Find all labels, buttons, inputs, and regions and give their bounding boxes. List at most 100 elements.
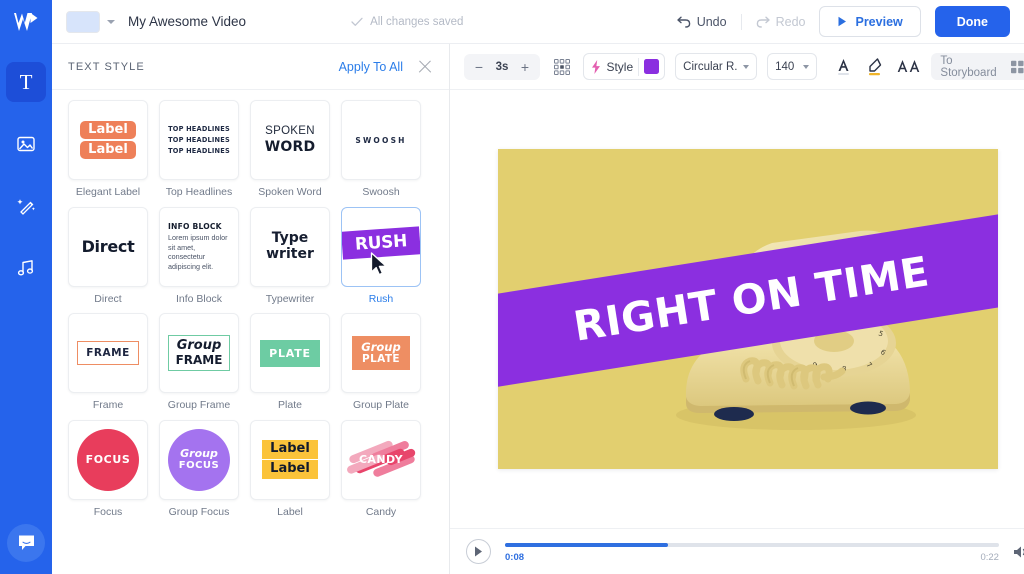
project-title[interactable]: My Awesome Video bbox=[128, 14, 246, 29]
volume-button[interactable] bbox=[1013, 543, 1024, 561]
style-card-swoosh[interactable]: SWOOSH Swoosh bbox=[341, 100, 421, 199]
project-thumbnail[interactable] bbox=[66, 10, 100, 33]
help-chat-button[interactable] bbox=[7, 524, 45, 562]
style-card-plate[interactable]: PLATE Plate bbox=[250, 313, 330, 412]
style-thumb[interactable]: CANDY bbox=[341, 419, 421, 500]
timeline[interactable]: 0:08 0:22 bbox=[505, 541, 999, 563]
redo-button[interactable]: Redo bbox=[756, 15, 805, 29]
position-grid-button[interactable] bbox=[550, 54, 573, 80]
style-card-elegant-label[interactable]: Label Label Elegant Label bbox=[68, 100, 148, 199]
style-card-label: Typewriter bbox=[265, 292, 315, 305]
style-card-group-frame[interactable]: Group FRAME Group Frame bbox=[159, 313, 239, 412]
apply-to-all-button[interactable]: Apply To All bbox=[339, 60, 403, 74]
duration-stepper[interactable]: − 3s + bbox=[464, 53, 540, 80]
chat-bubble-icon bbox=[18, 535, 34, 550]
style-grid-scroll[interactable]: Label Label Elegant Label TOP HEADLINES … bbox=[52, 90, 449, 574]
style-thumb[interactable]: SWOOSH bbox=[341, 100, 421, 180]
style-card-typewriter[interactable]: Type writer Typewriter bbox=[250, 206, 330, 306]
art-text: Label bbox=[262, 440, 318, 461]
style-card-label: Elegant Label bbox=[75, 186, 141, 198]
style-card-label: Plate bbox=[278, 399, 302, 412]
style-button[interactable]: Style bbox=[583, 53, 666, 80]
style-thumb[interactable]: Label Label bbox=[250, 419, 330, 500]
candy-art: CANDY bbox=[345, 438, 417, 482]
top-headlines-art: TOP HEADLINES TOP HEADLINES TOP HEADLINE… bbox=[168, 125, 230, 155]
font-size-select[interactable]: 140 bbox=[767, 53, 818, 80]
playback-bar: 0:08 0:22 bbox=[450, 528, 1024, 574]
mouse-cursor-icon bbox=[370, 251, 387, 275]
undo-button[interactable]: Undo bbox=[677, 15, 727, 29]
style-thumb[interactable]: FOCUS bbox=[68, 419, 148, 500]
panel-header-actions: Apply To All bbox=[339, 59, 433, 75]
play-button[interactable] bbox=[466, 539, 491, 564]
style-thumb[interactable]: FRAME bbox=[68, 313, 148, 394]
group-plate-art: Group PLATE bbox=[352, 335, 410, 371]
duration-value: 3s bbox=[495, 60, 509, 73]
app-root: T TEXT STYLE Apply To All Label Label El… bbox=[0, 0, 1024, 574]
style-card-label-style[interactable]: Label Label Label bbox=[250, 419, 330, 519]
top-bar: My Awesome Video All changes saved Undo bbox=[52, 0, 1024, 44]
sidebar-item-media[interactable] bbox=[6, 124, 46, 164]
style-thumb[interactable]: INFO BLOCK Lorem ipsum dolor sit amet, c… bbox=[159, 206, 239, 287]
redo-icon bbox=[756, 16, 770, 28]
style-card-label: Info Block bbox=[175, 292, 223, 305]
close-icon[interactable] bbox=[417, 59, 433, 75]
to-storyboard-button[interactable]: To Storyboard bbox=[931, 53, 1024, 80]
style-card-top-headlines[interactable]: TOP HEADLINES TOP HEADLINES TOP HEADLINE… bbox=[159, 100, 239, 199]
style-card-frame[interactable]: FRAME Frame bbox=[68, 313, 148, 412]
style-thumb[interactable]: Group FOCUS bbox=[159, 419, 239, 500]
direct-art: Direct bbox=[81, 237, 135, 257]
lightning-icon bbox=[592, 59, 601, 74]
sidebar-item-effects[interactable] bbox=[6, 186, 46, 226]
style-thumb[interactable]: Type writer bbox=[250, 206, 330, 287]
art-text: TOP HEADLINES bbox=[168, 136, 230, 144]
style-card-info-block[interactable]: INFO BLOCK Lorem ipsum dolor sit amet, c… bbox=[159, 206, 239, 306]
preview-button[interactable]: Preview bbox=[819, 6, 921, 37]
duration-increase-button[interactable]: + bbox=[514, 56, 536, 78]
play-triangle-icon bbox=[838, 16, 847, 27]
sidebar-item-text[interactable]: T bbox=[6, 62, 46, 102]
style-thumb[interactable]: TOP HEADLINES TOP HEADLINES TOP HEADLINE… bbox=[159, 100, 239, 180]
image-icon bbox=[17, 136, 35, 152]
style-thumb[interactable]: PLATE bbox=[250, 313, 330, 394]
highlight-color-button[interactable] bbox=[866, 57, 883, 76]
frame-art: FRAME bbox=[77, 341, 139, 366]
music-note-icon bbox=[17, 260, 34, 276]
save-status: All changes saved bbox=[351, 16, 463, 28]
style-card-label: Group Plate bbox=[352, 399, 410, 412]
style-thumb[interactable]: Direct bbox=[68, 206, 148, 287]
video-preview[interactable]: 1 2 3 4 5 6 7 8 9 bbox=[498, 149, 999, 469]
style-card-direct[interactable]: Direct Direct bbox=[68, 206, 148, 306]
style-thumb[interactable]: Group FRAME bbox=[159, 313, 239, 394]
undo-label: Undo bbox=[696, 14, 727, 29]
style-thumb[interactable]: Group PLATE bbox=[341, 313, 421, 394]
spoken-word-art: SPOKEN WORD bbox=[265, 125, 316, 154]
rail-items: T bbox=[6, 62, 46, 288]
duration-decrease-button[interactable]: − bbox=[468, 56, 490, 78]
style-card-spoken-word[interactable]: SPOKEN WORD Spoken Word bbox=[250, 100, 330, 199]
art-text: Label bbox=[80, 141, 136, 160]
chevron-down-icon[interactable] bbox=[107, 19, 115, 24]
style-card-group-plate[interactable]: Group PLATE Group Plate bbox=[341, 313, 421, 412]
style-card-focus[interactable]: FOCUS Focus bbox=[68, 419, 148, 519]
timeline-track[interactable] bbox=[505, 542, 999, 547]
text-color-swatch[interactable] bbox=[644, 59, 660, 74]
art-text: WORD bbox=[264, 138, 316, 155]
sidebar-item-audio[interactable] bbox=[6, 248, 46, 288]
app-logo[interactable] bbox=[0, 0, 52, 44]
text-color-button[interactable] bbox=[835, 57, 852, 76]
style-thumb[interactable]: Label Label bbox=[68, 100, 148, 180]
style-thumb[interactable]: RUSH bbox=[341, 206, 421, 287]
done-button[interactable]: Done bbox=[934, 6, 1010, 37]
art-text: SPOKEN bbox=[265, 125, 315, 138]
style-card-group-focus[interactable]: Group FOCUS Group Focus bbox=[159, 419, 239, 519]
art-text: Group bbox=[176, 338, 222, 354]
style-thumb[interactable]: SPOKEN WORD bbox=[250, 100, 330, 180]
style-card-rush[interactable]: RUSH Rush bbox=[341, 206, 421, 306]
volume-icon bbox=[1014, 546, 1024, 557]
art-text: writer bbox=[266, 245, 314, 262]
editor-stage: − 3s + Style Circular R. 140 To Storyboa… bbox=[450, 0, 1024, 574]
style-card-candy[interactable]: CANDY Candy bbox=[341, 419, 421, 519]
text-case-button[interactable] bbox=[897, 59, 921, 74]
font-family-select[interactable]: Circular R... bbox=[675, 53, 758, 80]
